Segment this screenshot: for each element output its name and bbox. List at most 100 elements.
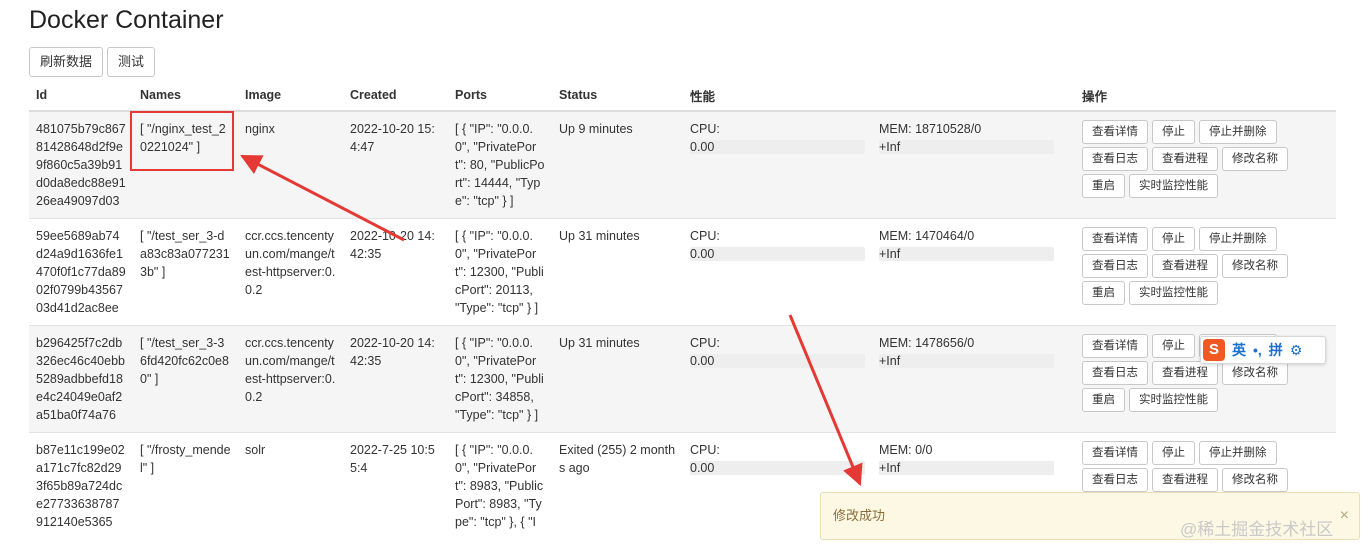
stop-button[interactable]: 停止	[1152, 441, 1195, 465]
cpu-value: 0.00	[690, 247, 715, 261]
container-status: Up 9 minutes	[552, 110, 683, 219]
detail-button[interactable]: 查看详情	[1082, 441, 1148, 465]
mem-usage: 0/0	[915, 443, 933, 457]
mem-block: MEM: 18710528/0 +Inf	[879, 120, 1066, 154]
rename-button[interactable]: 修改名称	[1222, 468, 1288, 492]
cpu-value: 0.00	[690, 461, 715, 475]
container-names: [ "/test_ser_3-da83c83a0772313b" ]	[133, 218, 238, 326]
restart-button[interactable]: 重启	[1082, 388, 1125, 412]
gear-icon[interactable]: ⚙	[1290, 342, 1303, 359]
mem-usage: 1478656/0	[915, 336, 975, 350]
container-image: solr	[238, 432, 343, 539]
ime-toolbar[interactable]: S 英 •, 拼 ⚙	[1200, 336, 1326, 364]
ime-punct[interactable]: •,	[1253, 342, 1262, 358]
restart-button[interactable]: 重启	[1082, 174, 1125, 198]
rename-button[interactable]: 修改名称	[1222, 361, 1288, 385]
watermark: @稀土掘金技术社区	[1180, 520, 1334, 539]
mem-label: MEM:	[879, 336, 916, 350]
mem-limit: +Inf	[879, 461, 901, 475]
container-status: Exited (255) 2 months ago	[552, 432, 683, 539]
page-title: Docker Container	[29, 6, 224, 34]
col-header-image: Image	[238, 80, 343, 112]
cpu-label: CPU:	[690, 122, 720, 136]
table-header-row: Id Names Image Created Ports Status 性能 操…	[29, 80, 1336, 112]
mem-block: MEM: 1470464/0 +Inf	[879, 227, 1066, 261]
cpu-label: CPU:	[690, 229, 720, 243]
col-header-ops: 操作	[1075, 80, 1336, 112]
mem-usage: 1470464/0	[915, 229, 975, 243]
process-button[interactable]: 查看进程	[1152, 361, 1218, 385]
col-header-ports: Ports	[448, 80, 552, 112]
ime-pinyin[interactable]: 拼	[1269, 340, 1283, 360]
col-header-status: Status	[552, 80, 683, 112]
cpu-block: CPU: 0.00	[690, 334, 877, 368]
monitor-button[interactable]: 实时监控性能	[1129, 281, 1218, 305]
container-created: 2022-10-20 14:42:35	[343, 218, 448, 326]
cpu-label: CPU:	[690, 443, 720, 457]
table-row: 59ee5689ab74d24a9d1636fe1470f0f1c77da890…	[29, 218, 1336, 326]
close-icon[interactable]: ×	[1340, 493, 1349, 539]
ops-cell: 查看详情停止停止并删除查看日志查看进程修改名称重启实时监控性能	[1075, 218, 1336, 326]
mem-label: MEM:	[879, 122, 916, 136]
container-id: b87e11c199e02a171c7fc82d293f65b89a724dce…	[29, 432, 133, 539]
monitor-button[interactable]: 实时监控性能	[1129, 388, 1218, 412]
rename-button[interactable]: 修改名称	[1222, 254, 1288, 278]
container-id: 59ee5689ab74d24a9d1636fe1470f0f1c77da890…	[29, 218, 133, 326]
logs-button[interactable]: 查看日志	[1082, 147, 1148, 171]
restart-button[interactable]: 重启	[1082, 281, 1125, 305]
detail-button[interactable]: 查看详情	[1082, 120, 1148, 144]
stop-delete-button[interactable]: 停止并删除	[1199, 441, 1277, 465]
detail-button[interactable]: 查看详情	[1082, 227, 1148, 251]
table-row: b296425f7c2db326ec46c40ebb5289adbbefd18e…	[29, 325, 1336, 433]
rename-button[interactable]: 修改名称	[1222, 147, 1288, 171]
mem-label: MEM:	[879, 443, 916, 457]
mem-usage: 18710528/0	[915, 122, 982, 136]
stop-button[interactable]: 停止	[1152, 120, 1195, 144]
highlight-box	[130, 111, 234, 171]
container-image: ccr.ccs.tencentyun.com/mange/test-httpse…	[238, 218, 343, 326]
container-status: Up 31 minutes	[552, 218, 683, 326]
logs-button[interactable]: 查看日志	[1082, 254, 1148, 278]
stop-button[interactable]: 停止	[1152, 334, 1195, 358]
test-button[interactable]: 测试	[107, 47, 156, 77]
mem-value: MEM: 18710528/0	[879, 120, 1066, 138]
perf-cell: CPU: 0.00 MEM: 1478656/0 +Inf	[683, 325, 1075, 433]
container-ports: [ { "IP": "0.0.0.0", "PrivatePort": 1230…	[448, 325, 552, 433]
logs-button[interactable]: 查看日志	[1082, 361, 1148, 385]
mem-value: MEM: 1470464/0	[879, 227, 1066, 245]
ime-mode[interactable]: 英	[1232, 340, 1246, 360]
container-ports: [ { "IP": "0.0.0.0", "PrivatePort": 80, …	[448, 110, 552, 219]
sogou-logo-icon: S	[1203, 339, 1225, 361]
container-ports: [ { "IP": "0.0.0.0", "PrivatePort": 8983…	[448, 432, 552, 539]
stop-button[interactable]: 停止	[1152, 227, 1195, 251]
col-header-perf: 性能	[683, 80, 1075, 112]
mem-limit: +Inf	[879, 247, 901, 261]
process-button[interactable]: 查看进程	[1152, 147, 1218, 171]
container-created: 2022-10-20 15:4:47	[343, 110, 448, 219]
process-button[interactable]: 查看进程	[1152, 468, 1218, 492]
mem-block: MEM: 0/0 +Inf	[879, 441, 1066, 475]
process-button[interactable]: 查看进程	[1152, 254, 1218, 278]
logs-button[interactable]: 查看日志	[1082, 468, 1148, 492]
toast-message: 修改成功	[833, 508, 886, 523]
ops-cell: 查看详情停止停止并删除查看日志查看进程修改名称重启实时监控性能	[1075, 110, 1336, 219]
monitor-button[interactable]: 实时监控性能	[1129, 174, 1218, 198]
container-image: nginx	[238, 110, 343, 219]
mem-label: MEM:	[879, 229, 916, 243]
cpu-block: CPU: 0.00	[690, 120, 877, 154]
container-created: 2022-7-25 10:55:4	[343, 432, 448, 539]
cpu-block: CPU: 0.00	[690, 441, 877, 475]
refresh-button[interactable]: 刷新数据	[29, 47, 104, 77]
stop-delete-button[interactable]: 停止并删除	[1199, 227, 1277, 251]
stop-delete-button[interactable]: 停止并删除	[1199, 120, 1277, 144]
container-created: 2022-10-20 14:42:35	[343, 325, 448, 433]
container-names: [ "/test_ser_3-36fd420fc62c0e80" ]	[133, 325, 238, 433]
mem-block: MEM: 1478656/0 +Inf	[879, 334, 1066, 368]
container-image: ccr.ccs.tencentyun.com/mange/test-httpse…	[238, 325, 343, 433]
col-header-id: Id	[29, 80, 133, 112]
cpu-label: CPU:	[690, 336, 720, 350]
perf-cell: CPU: 0.00 MEM: 1470464/0 +Inf	[683, 218, 1075, 326]
cpu-value: 0.00	[690, 354, 715, 368]
col-header-names: Names	[133, 80, 238, 112]
detail-button[interactable]: 查看详情	[1082, 334, 1148, 358]
